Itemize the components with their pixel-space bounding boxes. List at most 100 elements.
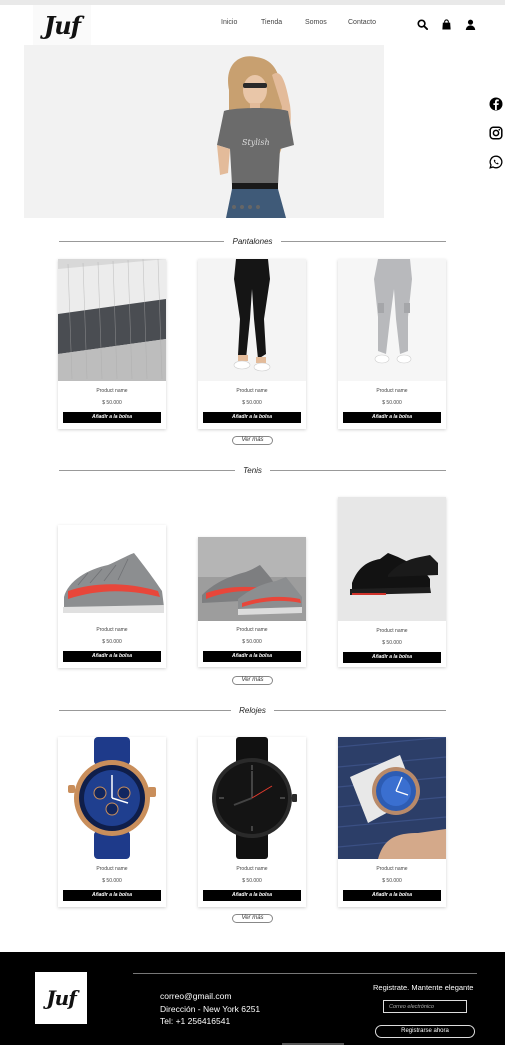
add-to-bag-button[interactable]: Añadir a la bolsa [203, 890, 301, 901]
product-info: Product name $ 50.000 Añadir a la bolsa [58, 622, 166, 662]
product-name: Product name [236, 627, 268, 633]
product-name: Product name [236, 866, 268, 872]
product-info: Product name $ 50.000 Añadir a la bolsa [338, 383, 446, 423]
section-heading: Relojes [239, 705, 266, 715]
section-title-relojes: Relojes [59, 704, 446, 716]
add-to-bag-button[interactable]: Añadir a la bolsa [203, 412, 301, 423]
nav-link-tienda[interactable]: Tienda [261, 19, 305, 26]
footer-logo-text: Juf [46, 986, 77, 1010]
nav-link-inicio[interactable]: Inicio [221, 19, 261, 26]
divider [273, 709, 446, 711]
product-info: Product name $ 50.000 Añadir a la bolsa [338, 623, 446, 663]
section-title-pantalones: Pantalones [59, 235, 446, 247]
product-image[interactable] [58, 525, 166, 620]
nav-link-somos[interactable]: Somos [305, 19, 348, 26]
product-image[interactable] [198, 259, 306, 381]
footer-phone[interactable]: Tel: +1 256416541 [160, 1015, 260, 1028]
search-icon[interactable] [416, 18, 428, 30]
add-to-bag-button[interactable]: Añadir a la bolsa [343, 652, 441, 663]
product-image[interactable] [58, 737, 166, 859]
see-more-button[interactable]: Ver más [232, 914, 273, 923]
carousel-dot[interactable] [232, 205, 236, 209]
footer-logo[interactable]: Juf [35, 972, 87, 1024]
product-info: Product name $ 50.000 Añadir a la bolsa [198, 622, 306, 662]
hero-carousel-dots [232, 205, 260, 209]
hero-model-image: Stylish [24, 45, 482, 218]
product-price: $ 50.000 [102, 400, 122, 406]
product-name: Product name [96, 866, 128, 872]
whatsapp-icon[interactable] [487, 153, 505, 171]
section-heading: Pantalones [232, 236, 273, 246]
carousel-dot[interactable] [240, 205, 244, 209]
newsletter-signup-button[interactable]: Registrarse ahora [375, 1025, 475, 1038]
site-footer: Juf correo@gmail.com Dirección - New Yor… [0, 952, 505, 1045]
main-nav: Inicio Tienda Somos Contacto [221, 19, 376, 26]
shopping-bag-icon[interactable] [440, 18, 452, 30]
header-icons [416, 18, 476, 30]
product-image[interactable] [58, 259, 166, 381]
divider [59, 709, 232, 711]
brand-logo-text: Juf [43, 10, 81, 40]
carousel-dot[interactable] [256, 205, 260, 209]
product-card[interactable]: Product name $ 50.000 Añadir a la bolsa [198, 537, 306, 667]
product-price: $ 50.000 [382, 878, 402, 884]
divider [269, 469, 447, 471]
instagram-icon[interactable] [487, 124, 505, 142]
divider [59, 469, 236, 471]
product-info: Product name $ 50.000 Añadir a la bolsa [58, 861, 166, 901]
product-image[interactable] [338, 497, 446, 621]
social-links [487, 95, 505, 182]
product-info: Product name $ 50.000 Añadir a la bolsa [58, 383, 166, 423]
carousel-dot[interactable] [248, 205, 252, 209]
see-more-button[interactable]: Ver más [232, 436, 273, 445]
add-to-bag-button[interactable]: Añadir a la bolsa [63, 890, 161, 901]
site-header: Juf Inicio Tienda Somos Contacto [0, 5, 505, 45]
product-card[interactable]: Product name $ 50.000 Añadir a la bolsa [198, 737, 306, 907]
add-to-bag-button[interactable]: Añadir a la bolsa [203, 651, 301, 662]
footer-contact: correo@gmail.com Dirección - New York 62… [160, 990, 260, 1028]
add-to-bag-button[interactable]: Añadir a la bolsa [63, 651, 161, 662]
product-price: $ 50.000 [242, 639, 262, 645]
section-title-tenis: Tenis [59, 464, 447, 476]
product-card[interactable]: Product name $ 50.000 Añadir a la bolsa [338, 737, 446, 907]
product-name: Product name [236, 388, 268, 394]
product-name: Product name [96, 627, 128, 633]
section-heading: Tenis [243, 465, 262, 475]
footer-email[interactable]: correo@gmail.com [160, 990, 260, 1003]
product-image[interactable] [198, 737, 306, 859]
product-image[interactable] [338, 737, 446, 859]
divider [59, 240, 225, 242]
hero-banner: Stylish [24, 45, 482, 218]
product-card[interactable]: Product name $ 50.000 Añadir a la bolsa [58, 737, 166, 907]
product-image[interactable] [338, 259, 446, 381]
newsletter-email-input[interactable] [383, 1000, 467, 1013]
footer-divider [133, 973, 477, 974]
product-info: Product name $ 50.000 Añadir a la bolsa [198, 861, 306, 901]
nav-link-contacto[interactable]: Contacto [348, 19, 376, 26]
svg-text:Stylish: Stylish [242, 138, 270, 147]
product-name: Product name [376, 866, 408, 872]
user-icon[interactable] [464, 18, 476, 30]
product-card[interactable]: Product name $ 50.000 Añadir a la bolsa [58, 525, 166, 668]
product-card[interactable]: Product name $ 50.000 Añadir a la bolsa [198, 259, 306, 429]
footer-address: Dirección - New York 6251 [160, 1003, 261, 1014]
see-more-button[interactable]: Ver más [232, 676, 273, 685]
add-to-bag-button[interactable]: Añadir a la bolsa [63, 412, 161, 423]
add-to-bag-button[interactable]: Añadir a la bolsa [343, 890, 441, 901]
newsletter-title: Registrate. Mantente elegante [373, 983, 474, 992]
product-card[interactable]: Product name $ 50.000 Añadir a la bolsa [338, 497, 446, 667]
product-name: Product name [376, 388, 408, 394]
add-to-bag-button[interactable]: Añadir a la bolsa [343, 412, 441, 423]
product-price: $ 50.000 [382, 400, 402, 406]
product-info: Product name $ 50.000 Añadir a la bolsa [198, 383, 306, 423]
product-image[interactable] [198, 537, 306, 621]
divider [280, 240, 446, 242]
facebook-icon[interactable] [487, 95, 505, 113]
product-card[interactable]: Product name $ 50.000 Añadir a la bolsa [338, 259, 446, 429]
product-name: Product name [96, 388, 128, 394]
product-price: $ 50.000 [382, 640, 402, 646]
product-info: Product name $ 50.000 Añadir a la bolsa [338, 861, 446, 901]
product-price: $ 50.000 [102, 878, 122, 884]
brand-logo[interactable]: Juf [33, 5, 91, 45]
product-card[interactable]: Product name $ 50.000 Añadir a la bolsa [58, 259, 166, 429]
